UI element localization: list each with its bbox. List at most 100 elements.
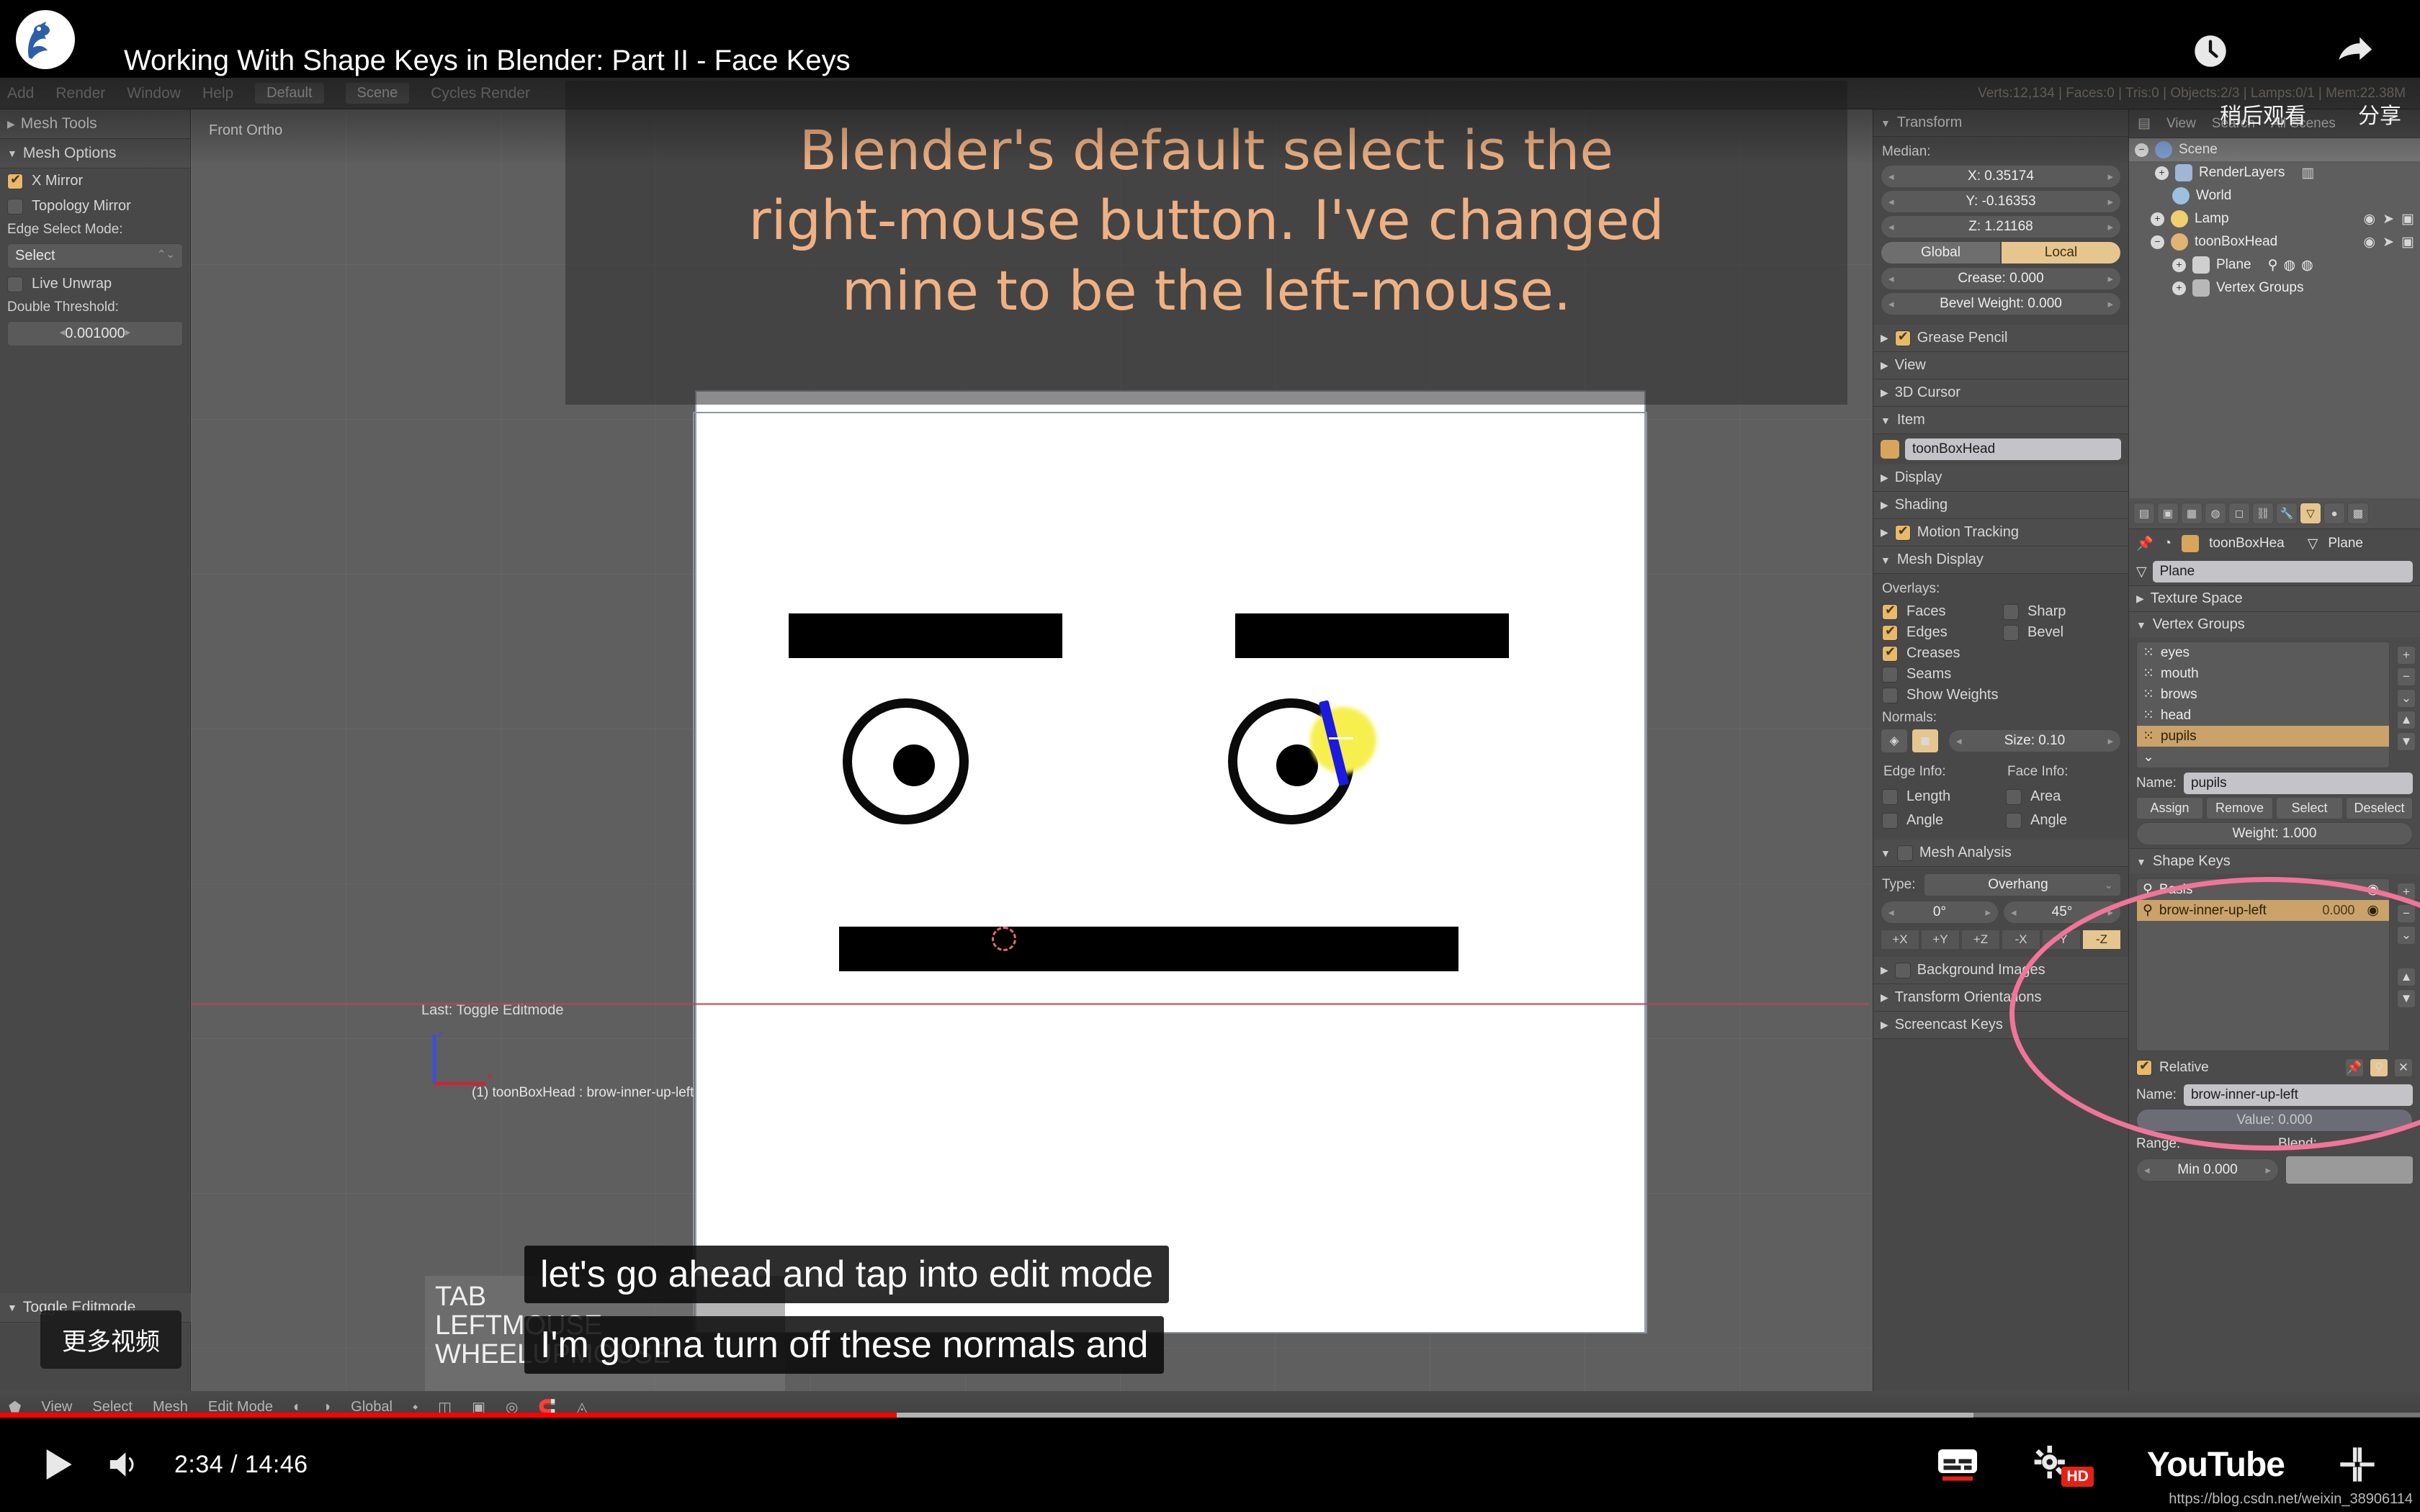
face-area-row[interactable]: Area — [2006, 787, 2120, 806]
face-angle-checkbox[interactable] — [2006, 812, 2022, 829]
arrow-right-icon[interactable]: ▸ — [125, 325, 131, 342]
vertex-group-weight-field[interactable]: Weight: 1.000 — [2136, 822, 2413, 845]
3d-cursor-section-header[interactable]: ▶ 3D Cursor — [1873, 379, 2128, 407]
overlay-edges-row[interactable]: Edges — [1882, 623, 1999, 642]
overlay-seams-row[interactable]: Seams — [1882, 665, 1999, 684]
close-icon[interactable]: ✕ — [2394, 1058, 2413, 1077]
overlay-bevel-checkbox[interactable] — [2003, 624, 2019, 641]
grease-pencil-section-header[interactable]: ▶ Grease Pencil — [1873, 325, 2128, 352]
mesh-analysis-section-header[interactable]: ▼ Mesh Analysis — [1873, 840, 2128, 867]
topology-mirror-checkbox[interactable] — [7, 198, 23, 215]
quality-settings-group[interactable]: HD — [2033, 1442, 2094, 1487]
motion-tracking-section-header[interactable]: ▶ Motion Tracking — [1873, 519, 2128, 546]
vertex-group-name-row[interactable]: Name: pupils — [2136, 773, 2413, 794]
outliner-row-world[interactable]: World — [2129, 184, 2420, 207]
vertex-group-name-input[interactable]: pupils — [2183, 773, 2413, 794]
arrow-left-icon[interactable]: ◂ — [1888, 170, 1894, 183]
shape-key-name-row[interactable]: Name: brow-inner-up-left — [2136, 1084, 2413, 1106]
tab-constraints-icon[interactable]: ⛓ — [2252, 503, 2274, 524]
shape-key-value-slider[interactable]: Value: 0.000 — [2136, 1109, 2413, 1132]
add-shape-key-button[interactable]: + — [2397, 883, 2416, 901]
menu-help[interactable]: Help — [202, 85, 233, 102]
cursor-arrow-icon[interactable]: ➤ — [2383, 211, 2394, 228]
overlay-seams-checkbox[interactable] — [1882, 666, 1898, 683]
mesh-analysis-checkbox[interactable] — [1896, 845, 1913, 861]
vertex-groups-specials[interactable]: ⌄ — [2137, 747, 2389, 768]
mesh-datablock-row[interactable]: ▽ Plane — [2136, 561, 2413, 582]
analysis-type-dropdown[interactable]: Overhang ⌄ — [1924, 873, 2121, 896]
expand-icon[interactable]: + — [2172, 258, 2186, 272]
render-engine-selector[interactable]: Cycles Render — [431, 85, 530, 102]
overlay-sharp-row[interactable]: Sharp — [2003, 602, 2120, 621]
vertex-group-item-brows[interactable]: ⁙ brows — [2137, 684, 2389, 705]
outliner-row-lamp[interactable]: + Lamp ◉ ➤ ▣ — [2129, 207, 2420, 230]
face-normals-toggle[interactable]: ◼ — [1912, 729, 1939, 753]
arrow-left-icon[interactable]: ◂ — [1888, 297, 1894, 310]
eye-icon[interactable]: ◉ — [2364, 234, 2376, 251]
background-images-checkbox[interactable] — [1894, 962, 1911, 978]
shapekey-edit-mode-icon[interactable]: ⚲ — [2370, 1058, 2388, 1077]
view-section-header[interactable]: ▶ View — [1873, 352, 2128, 379]
vertex-group-item-mouth[interactable]: ⁙ mouth — [2137, 663, 2389, 684]
eye-icon[interactable]: ◉ — [2367, 881, 2379, 898]
outliner-menu-view[interactable]: View — [2166, 116, 2196, 132]
item-name-row[interactable]: toonBoxHead — [1873, 434, 2128, 464]
assign-button[interactable]: Assign — [2136, 797, 2203, 819]
move-shape-key-down-button[interactable]: ▼ — [2397, 989, 2416, 1008]
transform-orientations-section-header[interactable]: ▶ Transform Orientations — [1873, 984, 2128, 1012]
axis-minus-y[interactable]: -Y — [2042, 930, 2081, 950]
global-button[interactable]: Global — [1881, 241, 2001, 264]
clock-icon[interactable] — [2190, 30, 2231, 72]
watch-later-label[interactable]: 稍后观看 — [2220, 98, 2306, 130]
arrow-left-icon[interactable]: ◂ — [1888, 195, 1894, 208]
shape-keys-section-header[interactable]: ▼ Shape Keys — [2129, 848, 2420, 874]
add-vertex-group-button[interactable]: + — [2397, 646, 2416, 665]
overlay-edges-checkbox[interactable] — [1882, 624, 1898, 641]
arrow-left-icon[interactable]: ◂ — [2144, 1164, 2150, 1176]
menu-render[interactable]: Render — [55, 85, 105, 102]
arrow-left-icon[interactable]: ◂ — [1888, 220, 1894, 233]
overlay-faces-row[interactable]: Faces — [1882, 602, 1999, 621]
grease-pencil-checkbox[interactable] — [1894, 329, 1911, 346]
vertex-group-item-eyes[interactable]: ⁙ eyes — [2137, 642, 2389, 663]
axis-plus-x[interactable]: +X — [1881, 930, 1919, 950]
arrow-left-icon[interactable]: ◂ — [1888, 272, 1894, 285]
breadcrumb-object-label[interactable]: toonBoxHea — [2209, 536, 2285, 552]
volume-icon[interactable] — [105, 1447, 143, 1482]
outliner-row-toonboxhead[interactable]: − toonBoxHead ◉ ➤ ▣ — [2129, 230, 2420, 253]
mesh-options-header[interactable]: ▼ Mesh Options — [0, 139, 190, 168]
texture-space-section-header[interactable]: ▶ Texture Space — [2129, 585, 2420, 611]
range-min-field[interactable]: ◂ Min 0.000 ▸ — [2136, 1158, 2279, 1182]
expand-icon[interactable]: + — [2172, 281, 2186, 295]
select-button[interactable]: Select — [2276, 797, 2343, 819]
collapse-icon[interactable]: − — [2135, 143, 2148, 157]
vertex-normals-toggle[interactable]: ◈ — [1881, 729, 1908, 753]
play-icon[interactable] — [43, 1447, 73, 1482]
eye-icon[interactable]: ◉ — [2364, 211, 2376, 228]
relative-checkbox[interactable] — [2136, 1058, 2152, 1076]
arrow-right-icon[interactable]: ▸ — [2107, 195, 2113, 208]
shape-keys-list[interactable]: ⚲ Basis ◉ ⚲ brow-inner-up-left 0.000 ◉ — [2136, 878, 2390, 1051]
median-y-field[interactable]: ◂ Y: -0.16353 ▸ — [1881, 190, 2121, 213]
arrow-right-icon[interactable]: ▸ — [2107, 220, 2113, 233]
analysis-min-field[interactable]: ◂ 0° ▸ — [1881, 901, 1999, 924]
expand-icon[interactable]: + — [2155, 166, 2169, 180]
local-button[interactable]: Local — [2001, 241, 2121, 264]
remove-button[interactable]: Remove — [2206, 797, 2273, 819]
menu-window[interactable]: Window — [127, 85, 181, 102]
tab-render-icon[interactable]: ▣ — [2157, 503, 2179, 524]
overlay-creases-checkbox[interactable] — [1882, 644, 1898, 662]
tab-texture-icon[interactable]: ▩ — [2347, 503, 2369, 524]
scene-selector[interactable]: Scene — [345, 83, 410, 104]
axis-minus-x[interactable]: -X — [2002, 930, 2040, 950]
bevel-weight-field[interactable]: ◂ Bevel Weight: 0.000 ▸ — [1881, 292, 2121, 315]
arrow-right-icon[interactable]: ▸ — [2107, 170, 2113, 183]
channel-avatar[interactable] — [16, 10, 75, 69]
tab-modifiers-icon[interactable]: 🔧 — [2276, 503, 2298, 524]
arrow-left-icon[interactable]: ◂ — [1956, 734, 1962, 747]
background-images-section-header[interactable]: ▶ Background Images — [1873, 957, 2128, 984]
vertex-groups-list[interactable]: ⁙ eyes ⁙ mouth ⁙ brows ⁙ head ⁙ pupils ⌄ — [2136, 642, 2390, 768]
camera-icon[interactable]: ▣ — [2401, 211, 2414, 228]
edge-select-mode-dropdown[interactable]: Select ⌃⌄ — [7, 243, 183, 269]
tab-scene-icon[interactable]: ▦ — [2181, 503, 2202, 524]
